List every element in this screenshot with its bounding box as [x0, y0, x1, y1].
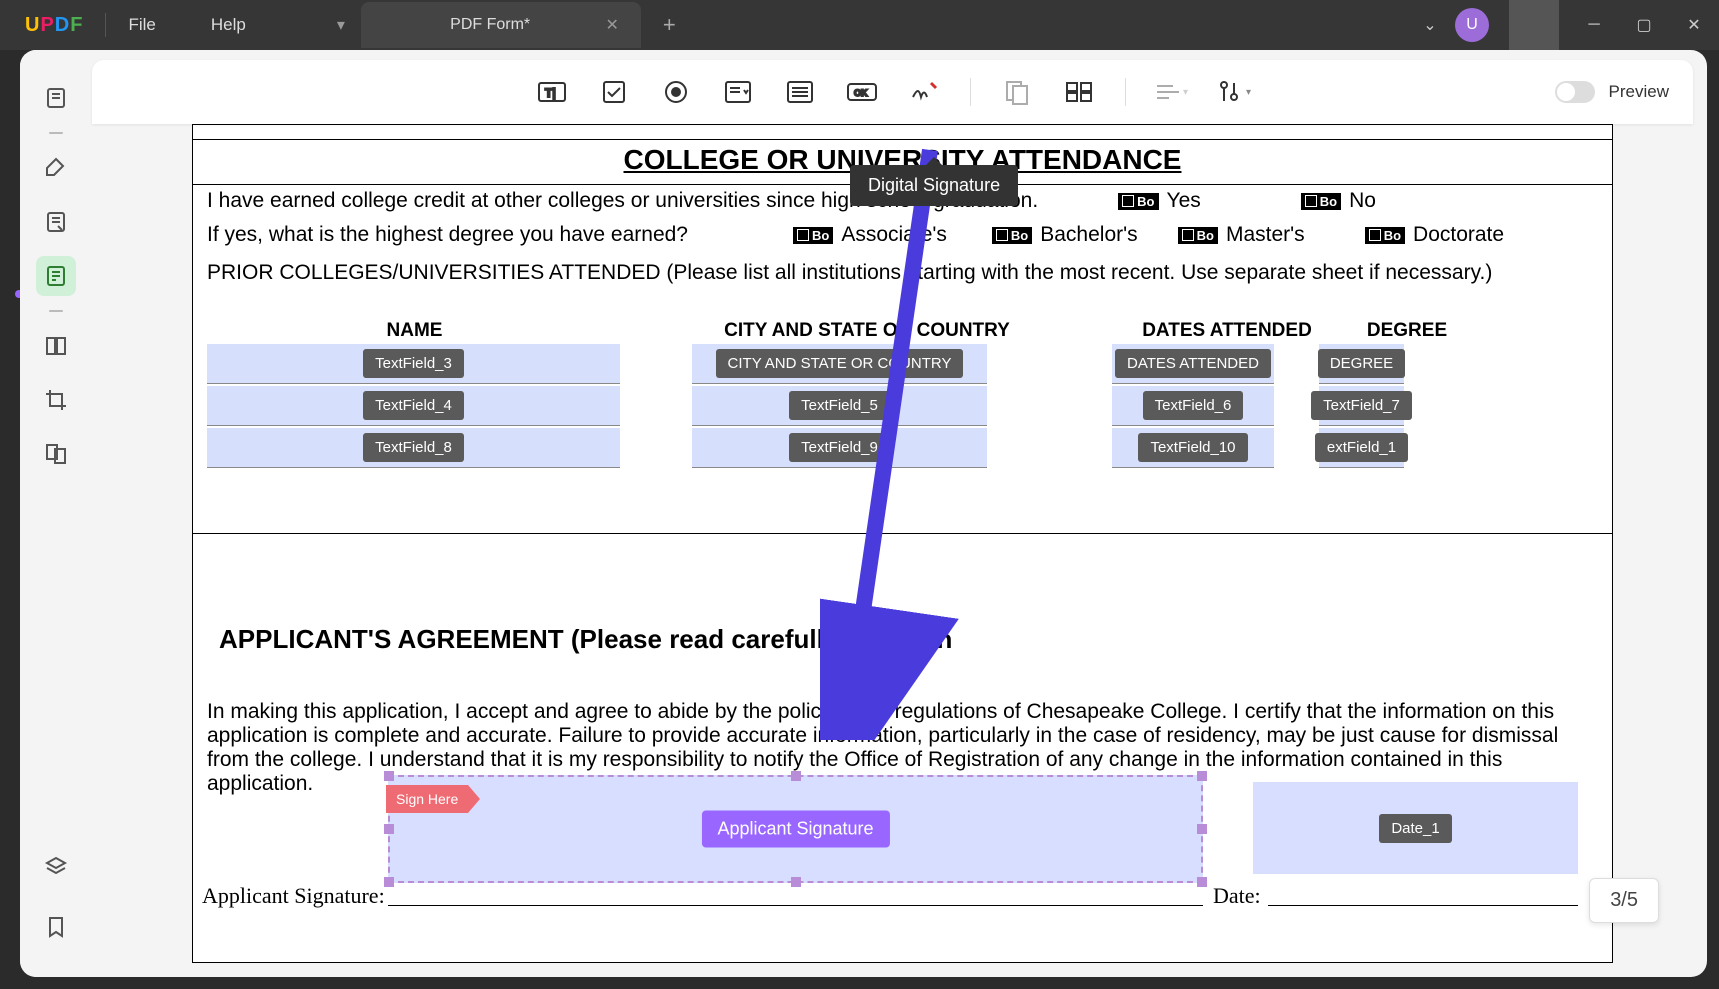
form-icon[interactable] — [36, 256, 76, 296]
resize-handle[interactable] — [791, 771, 801, 781]
text-field[interactable]: TextField_10 — [1112, 428, 1274, 468]
signature-caption: Applicant Signature: — [202, 883, 385, 909]
align-tool-icon[interactable]: ▾ — [1150, 72, 1194, 112]
tab-dropdown[interactable]: ▾ — [321, 0, 361, 50]
titlebar: UPDF File Help ▾ PDF Form* ✕ + ⌄ U ─ ▢ ✕ — [0, 0, 1719, 50]
checkbox-no[interactable]: Bo — [1301, 193, 1341, 210]
tab-active[interactable]: PDF Form* ✕ — [361, 2, 641, 48]
form-settings-tool-icon[interactable]: ▾ — [1212, 72, 1256, 112]
workspace: T| OK ▾ ▾ Preview Digital Signature — [20, 50, 1707, 977]
divider — [49, 132, 63, 134]
text-field[interactable]: TextField_3 — [207, 344, 620, 384]
menu-file[interactable]: File — [128, 15, 155, 35]
window-maximize-icon[interactable]: ▢ — [1619, 0, 1669, 50]
annotate-icon[interactable] — [36, 148, 76, 188]
text-field[interactable]: CITY AND STATE OR COUNTRY — [692, 344, 987, 384]
form-toolbar: T| OK ▾ ▾ Preview — [92, 60, 1693, 124]
preview-toggle[interactable] — [1555, 81, 1595, 103]
crop-icon[interactable] — [36, 380, 76, 420]
svg-text:OK: OK — [854, 88, 868, 98]
text-field[interactable]: TextField_5 — [692, 386, 987, 426]
tab-close-icon[interactable]: ✕ — [601, 11, 622, 39]
divider — [1509, 0, 1559, 50]
text-field-tool-icon[interactable]: T| — [530, 72, 574, 112]
resize-handle[interactable] — [384, 824, 394, 834]
separator — [970, 78, 971, 106]
checkbox-tool-icon[interactable] — [592, 72, 636, 112]
checkbox-associate[interactable]: Bo — [793, 227, 833, 244]
text-field[interactable]: TextField_4 — [207, 386, 620, 426]
radio-tool-icon[interactable] — [654, 72, 698, 112]
pdf-page: COLLEGE OR UNIVERSITY ATTENDANCE I have … — [192, 124, 1613, 963]
sidebar — [20, 50, 92, 977]
text-field[interactable]: DEGREE — [1319, 344, 1404, 384]
resize-handle[interactable] — [384, 771, 394, 781]
sign-here-tag: Sign Here — [386, 785, 468, 813]
window-close-icon[interactable]: ✕ — [1669, 0, 1719, 50]
text-field[interactable]: TextField_8 — [207, 428, 620, 468]
resize-handle[interactable] — [1197, 824, 1207, 834]
page-indicator[interactable]: 3/5 — [1589, 878, 1659, 923]
compare-icon[interactable] — [36, 434, 76, 474]
text-field[interactable]: DATES ATTENDED — [1112, 344, 1274, 384]
text-field[interactable]: TextField_9 — [692, 428, 987, 468]
divider — [105, 13, 106, 37]
layers-icon[interactable] — [36, 847, 76, 887]
resize-handle[interactable] — [1197, 771, 1207, 781]
date-line — [1268, 905, 1578, 906]
resize-handle[interactable] — [384, 877, 394, 887]
degree-question: If yes, what is the highest degree you h… — [207, 223, 688, 247]
window-controls: ⌄ U ─ ▢ ✕ — [1405, 0, 1719, 50]
divider — [49, 310, 63, 312]
text-field[interactable]: TextField_7 — [1319, 386, 1404, 426]
copy-tool-icon[interactable] — [995, 72, 1039, 112]
text-field[interactable]: extField_1 — [1319, 428, 1404, 468]
organize-icon[interactable] — [36, 326, 76, 366]
bookmark-icon[interactable] — [36, 907, 76, 947]
signature-line — [388, 905, 1203, 906]
checkbox-doctorate[interactable]: Bo — [1365, 227, 1405, 244]
page-canvas[interactable]: COLLEGE OR UNIVERSITY ATTENDANCE I have … — [92, 124, 1693, 963]
digital-signature-tool-icon[interactable] — [902, 72, 946, 112]
thumbnails-icon[interactable] — [36, 78, 76, 118]
checkbox-bachelor[interactable]: Bo — [992, 227, 1032, 244]
resize-handle[interactable] — [1197, 877, 1207, 887]
checkbox-yes[interactable]: Bo — [1118, 193, 1158, 210]
resize-handle[interactable] — [791, 877, 801, 887]
app-logo: UPDF — [25, 14, 83, 37]
menu-help[interactable]: Help — [211, 15, 246, 35]
preview-label: Preview — [1609, 82, 1669, 102]
button-tool-icon[interactable]: OK — [840, 72, 884, 112]
listbox-tool-icon[interactable] — [778, 72, 822, 112]
prior-colleges-text: PRIOR COLLEGES/UNIVERSITIES ATTENDED (Pl… — [207, 261, 1598, 285]
separator — [1125, 78, 1126, 106]
tab-title: PDF Form* — [379, 16, 602, 34]
tabs-overflow-icon[interactable]: ⌄ — [1405, 0, 1455, 50]
tab-add-button[interactable]: + — [663, 12, 676, 38]
signature-field[interactable]: Sign Here Applicant Signature — [388, 775, 1203, 883]
signature-field-label: Applicant Signature — [701, 811, 889, 848]
tooltip: Digital Signature — [850, 165, 1018, 206]
edit-icon[interactable] — [36, 202, 76, 242]
date-field[interactable]: Date_1 — [1253, 782, 1578, 874]
checkbox-master[interactable]: Bo — [1178, 227, 1218, 244]
agreement-title: APPLICANT'S AGREEMENT (Please read caref… — [219, 624, 1598, 655]
tab-area: ▾ PDF Form* ✕ + — [321, 0, 676, 50]
multi-copy-tool-icon[interactable] — [1057, 72, 1101, 112]
table-header: NAME CITY AND STATE OR COUNTRY DATES ATT… — [207, 320, 1598, 342]
avatar[interactable]: U — [1455, 8, 1489, 42]
date-caption: Date: — [1213, 883, 1261, 909]
svg-text:T|: T| — [545, 86, 556, 100]
text-field[interactable]: TextField_6 — [1112, 386, 1274, 426]
window-minimize-icon[interactable]: ─ — [1569, 0, 1619, 50]
dropdown-tool-icon[interactable] — [716, 72, 760, 112]
